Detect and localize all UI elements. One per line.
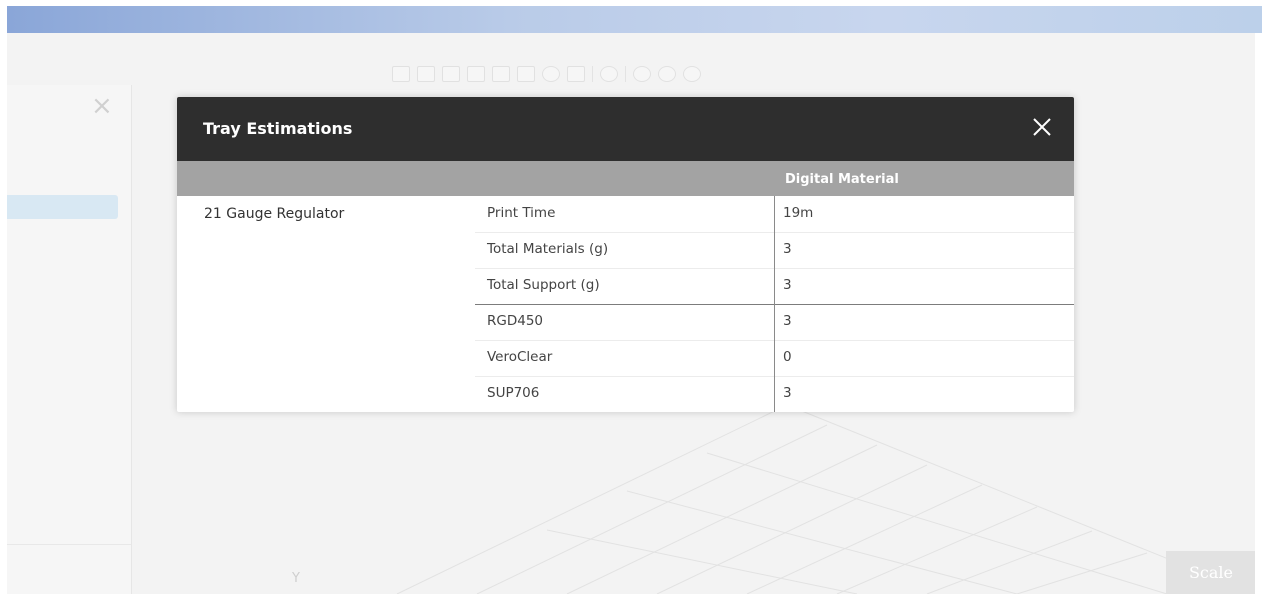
view-front-icon[interactable] bbox=[392, 66, 410, 82]
row-metric: SUP706 bbox=[487, 385, 540, 401]
close-icon[interactable] bbox=[1028, 113, 1056, 141]
selected-model-item[interactable] bbox=[7, 195, 118, 219]
side-panel-divider bbox=[7, 544, 131, 545]
view-toolbar bbox=[392, 63, 701, 85]
toolbar-divider bbox=[625, 66, 626, 82]
row-value: 3 bbox=[783, 277, 792, 293]
table-column-header: Digital Material bbox=[177, 161, 1074, 196]
view-back-icon[interactable] bbox=[417, 66, 435, 82]
row-metric: VeroClear bbox=[487, 349, 553, 365]
dialog-title: Tray Estimations bbox=[203, 119, 353, 138]
estimation-table: 21 Gauge Regulator Print Time 19m Total … bbox=[177, 196, 1074, 412]
row-value: 19m bbox=[783, 205, 814, 221]
view-top-icon[interactable] bbox=[492, 66, 510, 82]
value-column-divider bbox=[774, 196, 775, 412]
view-custom-icon[interactable] bbox=[567, 66, 585, 82]
view-left-icon[interactable] bbox=[442, 66, 460, 82]
side-panel-close-icon[interactable]: × bbox=[91, 93, 113, 119]
scale-button[interactable]: Scale bbox=[1166, 551, 1255, 594]
axis-y-label: Y bbox=[292, 571, 300, 586]
row-value: 3 bbox=[783, 241, 792, 257]
zoom-fit-icon[interactable] bbox=[600, 66, 618, 82]
model-name: 21 Gauge Regulator bbox=[204, 206, 345, 222]
column-header-digital-material: Digital Material bbox=[785, 172, 899, 187]
window-titlebar bbox=[7, 6, 1262, 33]
tray-estimations-dialog: Tray Estimations Digital Material 21 Gau… bbox=[177, 97, 1074, 412]
view-iso-icon[interactable] bbox=[542, 66, 560, 82]
row-value: 0 bbox=[783, 349, 792, 365]
row-value: 3 bbox=[783, 385, 792, 401]
row-metric: Total Support (g) bbox=[487, 277, 600, 293]
row-metric: Total Materials (g) bbox=[487, 241, 609, 257]
view-right-icon[interactable] bbox=[467, 66, 485, 82]
toolbar-divider bbox=[592, 66, 593, 82]
model-side-panel: × bbox=[7, 85, 132, 594]
view-bottom-icon[interactable] bbox=[517, 66, 535, 82]
dialog-header: Tray Estimations bbox=[177, 97, 1074, 161]
row-metric: Print Time bbox=[487, 205, 556, 221]
select-group-icon[interactable] bbox=[683, 66, 701, 82]
select-one-icon[interactable] bbox=[633, 66, 651, 82]
select-all-icon[interactable] bbox=[658, 66, 676, 82]
row-value: 3 bbox=[783, 313, 792, 329]
row-metric: RGD450 bbox=[487, 313, 544, 329]
